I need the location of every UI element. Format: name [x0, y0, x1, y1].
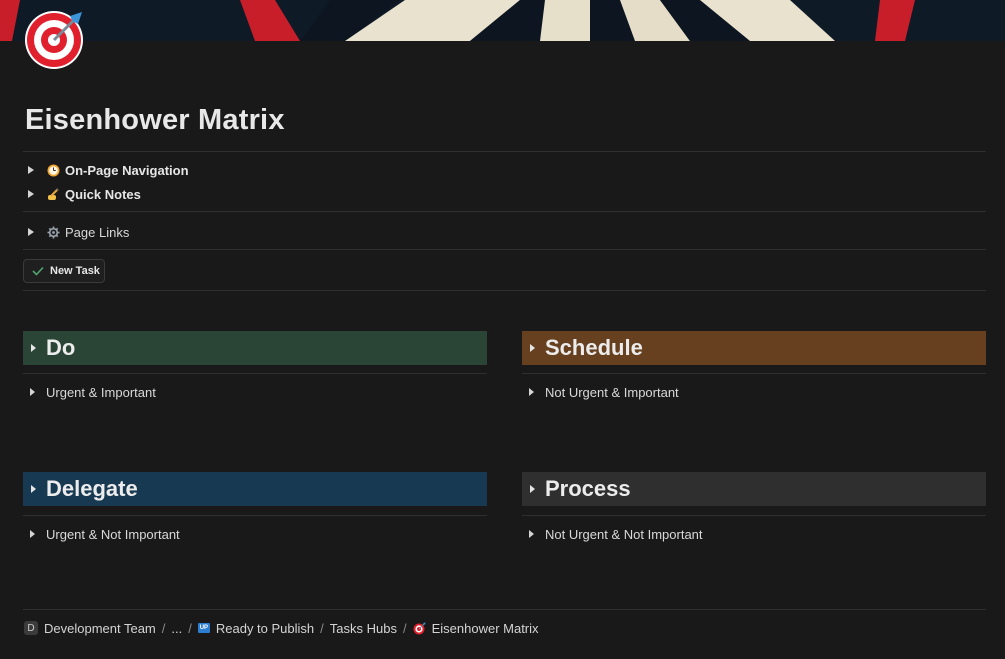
breadcrumb-separator: /: [161, 620, 166, 636]
divider: [23, 515, 487, 516]
writing-hand-icon: [46, 187, 60, 201]
toggle-arrow-icon[interactable]: [28, 166, 34, 174]
toggle-arrow-icon[interactable]: [529, 530, 534, 538]
toggle-urgent-important[interactable]: Urgent & Important: [30, 383, 156, 401]
divider: [23, 373, 487, 374]
toggle-arrow-icon[interactable]: [530, 344, 535, 352]
check-icon: [32, 266, 44, 276]
breadcrumb-ellipsis[interactable]: ...: [171, 621, 182, 636]
breadcrumb-separator: /: [320, 620, 324, 636]
clock-icon: [46, 163, 60, 177]
divider: [23, 609, 986, 610]
quadrant-do-heading[interactable]: Do: [23, 331, 487, 365]
new-task-button[interactable]: New Task: [23, 259, 105, 283]
toggle-quick-notes[interactable]: Quick Notes: [28, 184, 141, 204]
notion-page: Eisenhower Matrix On-Page Navigation Qui…: [0, 0, 1005, 659]
toggle-arrow-icon[interactable]: [530, 485, 535, 493]
target-dart-icon[interactable]: [24, 8, 86, 70]
workspace-badge: D: [24, 621, 38, 635]
toggle-arrow-icon[interactable]: [529, 388, 534, 396]
divider: [23, 249, 986, 250]
toggle-not-urgent-not-important[interactable]: Not Urgent & Not Important: [529, 525, 703, 543]
quadrant-item-label: Urgent & Important: [46, 384, 156, 400]
quadrant-item-label: Urgent & Not Important: [46, 526, 180, 542]
breadcrumb-current[interactable]: Eisenhower Matrix: [413, 621, 539, 636]
divider: [23, 151, 986, 152]
quadrant-item-label: Not Urgent & Important: [545, 384, 679, 400]
quadrant-process-heading[interactable]: Process: [522, 472, 986, 506]
quadrant-title: Delegate: [46, 476, 138, 501]
gear-icon: [46, 225, 60, 239]
cover-image[interactable]: [0, 0, 1005, 41]
toggle-arrow-icon[interactable]: [28, 190, 34, 198]
breadcrumb-tasks-hubs[interactable]: Tasks Hubs: [330, 621, 397, 636]
divider: [522, 515, 986, 516]
toggle-label: Page Links: [65, 224, 130, 240]
toggle-arrow-icon[interactable]: [30, 388, 35, 396]
breadcrumb-current-label: Eisenhower Matrix: [431, 620, 539, 636]
breadcrumb-separator: /: [402, 620, 407, 636]
toggle-arrow-icon[interactable]: [31, 344, 36, 352]
toggle-label: Quick Notes: [65, 186, 141, 202]
toggle-page-links[interactable]: Page Links: [28, 222, 129, 242]
breadcrumb-workspace-label: Development Team: [44, 620, 156, 636]
breadcrumb: D Development Team / ... / UP Ready to P…: [24, 619, 539, 637]
toggle-on-page-navigation[interactable]: On-Page Navigation: [28, 160, 189, 180]
quadrant-title: Do: [46, 335, 76, 360]
divider: [23, 290, 986, 291]
target-dart-icon: [413, 622, 426, 635]
quadrant-delegate-heading[interactable]: Delegate: [23, 472, 487, 506]
toggle-urgent-not-important[interactable]: Urgent & Not Important: [30, 525, 180, 543]
divider: [23, 211, 986, 212]
new-task-label: New Task: [50, 265, 100, 277]
page-title[interactable]: Eisenhower Matrix: [25, 104, 285, 137]
toggle-arrow-icon[interactable]: [28, 228, 34, 236]
quadrant-schedule-heading[interactable]: Schedule: [522, 331, 986, 365]
divider: [522, 373, 986, 374]
toggle-label: On-Page Navigation: [65, 162, 189, 178]
up-badge-icon: UP: [197, 623, 210, 633]
breadcrumb-separator: /: [188, 620, 192, 636]
breadcrumb-ready-to-publish[interactable]: UP Ready to Publish: [197, 620, 315, 636]
toggle-arrow-icon[interactable]: [30, 530, 35, 538]
toggle-arrow-icon[interactable]: [31, 485, 36, 493]
breadcrumb-ready-label: Ready to Publish: [215, 620, 315, 636]
quadrant-item-label: Not Urgent & Not Important: [545, 526, 703, 542]
toggle-not-urgent-important[interactable]: Not Urgent & Important: [529, 383, 679, 401]
quadrant-title: Process: [545, 476, 631, 501]
quadrant-title: Schedule: [545, 335, 643, 360]
breadcrumb-workspace[interactable]: D Development Team: [24, 621, 156, 636]
